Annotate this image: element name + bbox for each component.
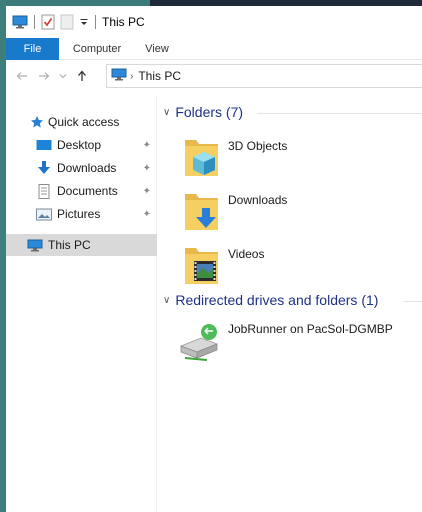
window-title: This PC [102, 15, 145, 29]
drive-label: JobRunner on PacSol-DGMBP [228, 322, 393, 336]
title-separator [95, 15, 96, 29]
this-pc-small-icon [111, 68, 127, 84]
pin-icon[interactable]: ✦ [143, 186, 151, 197]
group-title: Redirected drives and folders (1) [175, 292, 379, 308]
nav-item-label: Pictures [57, 207, 101, 221]
back-arrow-icon [16, 72, 27, 80]
title-bar: This PC [6, 6, 422, 38]
nav-item-label: Quick access [48, 115, 120, 129]
nav-item-quick-access[interactable]: Quick access [30, 112, 155, 132]
nav-item-label: Documents [57, 184, 118, 198]
back-button[interactable] [11, 71, 33, 81]
group-divider [257, 113, 422, 114]
group-title: Folders (7) [175, 104, 244, 120]
up-button[interactable] [71, 70, 93, 82]
navigation-bar: › This PC [6, 64, 422, 88]
chevron-down-icon[interactable]: ∨ [163, 107, 170, 118]
nav-item-label: Desktop [57, 138, 102, 152]
nav-item-downloads[interactable]: Downloads ✦ [36, 158, 155, 178]
recent-locations-button[interactable] [55, 73, 71, 79]
3d-objects-folder-icon [185, 140, 218, 176]
network-drive-icon [179, 324, 219, 361]
folder-label: 3D Objects [228, 139, 288, 153]
folder-item-videos[interactable]: Videos [182, 244, 264, 288]
customize-dropdown-icon[interactable] [79, 17, 89, 27]
drives-group-header[interactable]: ∨ Redirected drives and folders (1) [163, 292, 378, 308]
pin-icon[interactable]: ✦ [143, 163, 151, 174]
folder-item-downloads[interactable]: Downloads [182, 190, 287, 234]
properties-icon[interactable] [41, 14, 55, 30]
videos-folder-icon [185, 248, 218, 284]
tab-computer[interactable]: Computer [59, 38, 135, 60]
new-folder-icon[interactable] [60, 14, 74, 30]
pin-icon[interactable]: ✦ [143, 209, 151, 220]
folders-group-header[interactable]: ∨ Folders (7) [163, 104, 243, 120]
breadcrumb-chevron-icon[interactable]: › [130, 71, 133, 82]
address-bar[interactable]: › This PC [106, 64, 422, 88]
nav-item-label: Downloads [57, 161, 117, 175]
tab-view[interactable]: View [135, 38, 179, 60]
drive-item-jobrunner[interactable]: JobRunner on PacSol-DGMBP [177, 322, 393, 362]
content-pane: ∨ Folders (7) 3D Objects Downloads Video… [157, 96, 422, 512]
pin-icon[interactable]: ✦ [143, 140, 151, 151]
documents-icon [38, 183, 50, 199]
star-icon [31, 116, 43, 128]
folder-item-3d-objects[interactable]: 3D Objects [182, 136, 287, 180]
this-pc-icon[interactable] [12, 15, 28, 29]
file-explorer-window: This PC File Computer View › This PC Qui… [6, 6, 422, 512]
folder-label: Videos [228, 247, 265, 261]
forward-button[interactable] [33, 71, 55, 81]
toolbar-separator [34, 15, 35, 29]
navigation-pane: Quick access Desktop ✦ Downloads ✦ Docum… [6, 96, 157, 512]
desktop-icon [36, 139, 52, 150]
chevron-down-icon[interactable]: ∨ [163, 295, 170, 306]
nav-item-documents[interactable]: Documents ✦ [36, 181, 155, 201]
downloads-icon [38, 161, 50, 174]
tab-file[interactable]: File [6, 38, 59, 60]
ribbon-tabs: File Computer View [6, 38, 422, 60]
pictures-icon [36, 208, 52, 220]
nav-item-this-pc[interactable]: This PC [6, 234, 157, 256]
this-pc-icon [27, 239, 43, 251]
group-divider [403, 301, 422, 302]
nav-item-label: This PC [48, 238, 91, 252]
up-arrow-icon [78, 70, 86, 81]
chevron-down-icon [59, 74, 67, 79]
breadcrumb-this-pc[interactable]: This PC [138, 69, 181, 83]
folder-label: Downloads [228, 193, 288, 207]
downloads-folder-icon [185, 194, 218, 230]
forward-arrow-icon [39, 72, 50, 80]
nav-item-desktop[interactable]: Desktop ✦ [36, 135, 155, 155]
nav-item-pictures[interactable]: Pictures ✦ [36, 204, 155, 224]
